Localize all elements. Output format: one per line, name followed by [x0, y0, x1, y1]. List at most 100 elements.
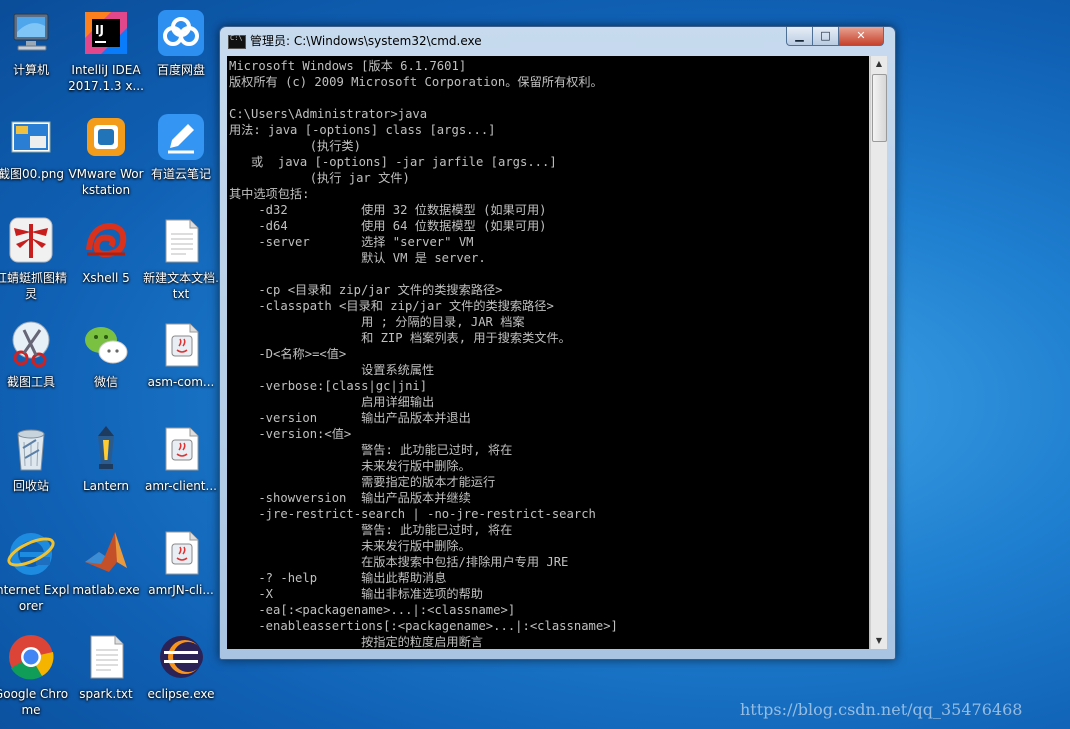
desktop-icon-label: 红蜻蜓抓图精灵 [0, 271, 67, 301]
desktop-icon-vmware[interactable]: VMware Workstation [67, 112, 145, 198]
desktop-icon-wechat[interactable]: 微信 [67, 320, 145, 390]
console-line: 警告: 此功能已过时, 将在 [361, 443, 513, 457]
desktop-icon-amr-client[interactable]: amr-client... [142, 424, 220, 494]
desktop-icon-asm-com[interactable]: asm-com... [142, 320, 220, 390]
close-button[interactable]: ✕ [838, 27, 884, 46]
console-line: 用法: java [-options] class [args...] [229, 123, 496, 137]
console-line: 默认 VM 是 server. [361, 251, 486, 265]
dragonfly-icon [6, 216, 56, 266]
console-line: 设置系统属性 [361, 363, 435, 377]
desktop-icon-label: spark.txt [79, 687, 133, 701]
desktop-icon-label: IntelliJ IDEA 2017.1.3 x... [68, 63, 144, 93]
title-bar[interactable]: 管理员: C:\Windows\system32\cmd.exe ▁ □ ✕ [220, 27, 895, 53]
desktop-icon-label: 新建文本文档.txt [143, 271, 219, 301]
text-file-icon [81, 632, 131, 682]
intellij-idea-icon: IJ [81, 8, 131, 58]
scroll-up-arrow-icon[interactable]: ▲ [871, 56, 887, 72]
java-file-icon [156, 320, 206, 370]
desktop-icon-screenshot-png[interactable]: 截图00.png [0, 112, 70, 182]
console-line: -? -help 输出此帮助消息 [258, 571, 447, 585]
console-line: -D<名称>=<值> [258, 347, 347, 361]
console-output[interactable]: Microsoft Windows [版本 6.1.7601] 版权所有 (c)… [227, 56, 869, 649]
console-line: 按指定的粒度启用断言 [361, 635, 483, 649]
console-line: -X 输出非标准选项的帮助 [258, 587, 483, 601]
java-file-icon [156, 528, 206, 578]
console-line: 版权所有 (c) 2009 Microsoft Corporation。保留所有… [229, 75, 603, 89]
note-pen-icon [156, 112, 206, 162]
minimize-button[interactable]: ▁ [786, 27, 813, 46]
desktop-icon-label: 微信 [93, 375, 118, 389]
console-line: -cp <目录和 zip/jar 文件的类搜索路径> [258, 283, 503, 297]
window-title: 管理员: C:\Windows\system32\cmd.exe [250, 34, 482, 48]
desktop-icon-eclipse[interactable]: eclipse.exe [142, 632, 220, 702]
recycle-bin-icon [6, 424, 56, 474]
console-line: 和 ZIP 档案列表, 用于搜索类文件。 [361, 331, 571, 345]
desktop-icon-new-text-doc[interactable]: 新建文本文档.txt [142, 216, 220, 302]
console-line: -enableassertions[:<packagename>...|:<cl… [258, 619, 618, 633]
console-line: -d64 使用 64 位数据模型 (如果可用) [258, 219, 547, 233]
desktop-icon-label: matlab.exe [72, 583, 140, 597]
eclipse-icon [156, 632, 206, 682]
java-file-icon [156, 424, 206, 474]
desktop-icon-label: Google Chrome [0, 687, 69, 717]
scroll-down-arrow-icon[interactable]: ▼ [871, 633, 887, 649]
desktop-icon-label: 回收站 [12, 479, 49, 493]
desktop-icon-snipping-tool[interactable]: 截图工具 [0, 320, 70, 390]
console-line: 未来发行版中删除。 [361, 459, 471, 473]
console-line: 或 java [-options] -jar jarfile [args...] [251, 155, 557, 169]
wechat-icon [81, 320, 131, 370]
lantern-icon [81, 424, 131, 474]
desktop-icon-label: 百度网盘 [156, 63, 205, 77]
desktop-icon-computer[interactable]: 计算机 [0, 8, 70, 78]
desktop-icon-lantern[interactable]: Lantern [67, 424, 145, 494]
desktop-icon-google-chrome[interactable]: Google Chrome [0, 632, 70, 718]
desktop-icon-label: asm-com... [147, 375, 215, 389]
desktop-icon-label: Lantern [82, 479, 130, 493]
desktop-icon-label: eclipse.exe [147, 687, 215, 701]
scroll-thumb[interactable] [872, 74, 887, 142]
vertical-scrollbar[interactable]: ▲ ▼ [870, 56, 887, 649]
console-line: -version 输出产品版本并退出 [258, 411, 471, 425]
console-line: 在版本搜索中包括/排除用户专用 JRE [361, 555, 569, 569]
cmd-window[interactable]: 管理员: C:\Windows\system32\cmd.exe ▁ □ ✕ M… [219, 26, 896, 660]
scissors-icon [6, 320, 56, 370]
desktop-icon-internet-explorer[interactable]: Internet Explorer [0, 528, 70, 614]
vmware-icon [81, 112, 131, 162]
desktop-icon-hongqingting[interactable]: 红蜻蜓抓图精灵 [0, 216, 70, 302]
console-line: (执行类) [309, 139, 361, 153]
console-line: 启用详细输出 [361, 395, 435, 409]
svg-text:IJ: IJ [95, 23, 104, 37]
console-line: -server 选择 "server" VM [258, 235, 474, 249]
watermark: https://blog.csdn.net/qq_35476468 [740, 700, 1023, 719]
console-text: Microsoft Windows [版本 6.1.7601] 版权所有 (c)… [227, 56, 869, 649]
maximize-button[interactable]: □ [812, 27, 839, 46]
desktop-icon-label: Internet Explorer [0, 583, 70, 613]
image-file-icon [6, 112, 56, 162]
console-line: C:\Users\Administrator>java [229, 107, 428, 121]
desktop-icon-label: VMware Workstation [68, 167, 144, 197]
desktop-icon-label: amrJN-cli... [148, 583, 214, 597]
desktop-icon-label: 有道云笔记 [150, 167, 211, 181]
desktop-icon-xshell[interactable]: Xshell 5 [67, 216, 145, 286]
cloud-icon [156, 8, 206, 58]
internet-explorer-icon [6, 528, 56, 578]
console-line: (执行 jar 文件) [309, 171, 410, 185]
desktop-icon-matlab[interactable]: matlab.exe [67, 528, 145, 598]
desktop-icon-intellij-idea[interactable]: IJ IntelliJ IDEA 2017.1.3 x... [67, 8, 145, 94]
desktop-icon-recycle-bin[interactable]: 回收站 [0, 424, 70, 494]
text-file-icon [156, 216, 206, 266]
desktop-icon-amrjn-client[interactable]: amrJN-cli... [142, 528, 220, 598]
console-line: 未来发行版中删除。 [361, 539, 471, 553]
desktop-icon-label: 计算机 [12, 63, 49, 77]
desktop-icon-spark-txt[interactable]: spark.txt [67, 632, 145, 702]
desktop-icon-baidu-netdisk[interactable]: 百度网盘 [142, 8, 220, 78]
desktop-icon-youdao-note[interactable]: 有道云笔记 [142, 112, 220, 182]
console-line: 其中选项包括: [229, 187, 310, 201]
console-line: -version:<值> [258, 427, 352, 441]
console-line: 用 ; 分隔的目录, JAR 档案 [361, 315, 525, 329]
console-line: -verbose:[class|gc|jni] [258, 379, 428, 393]
computer-icon [6, 8, 56, 58]
console-line: -classpath <目录和 zip/jar 文件的类搜索路径> [258, 299, 554, 313]
chrome-icon [6, 632, 56, 682]
cmd-icon [228, 34, 246, 49]
